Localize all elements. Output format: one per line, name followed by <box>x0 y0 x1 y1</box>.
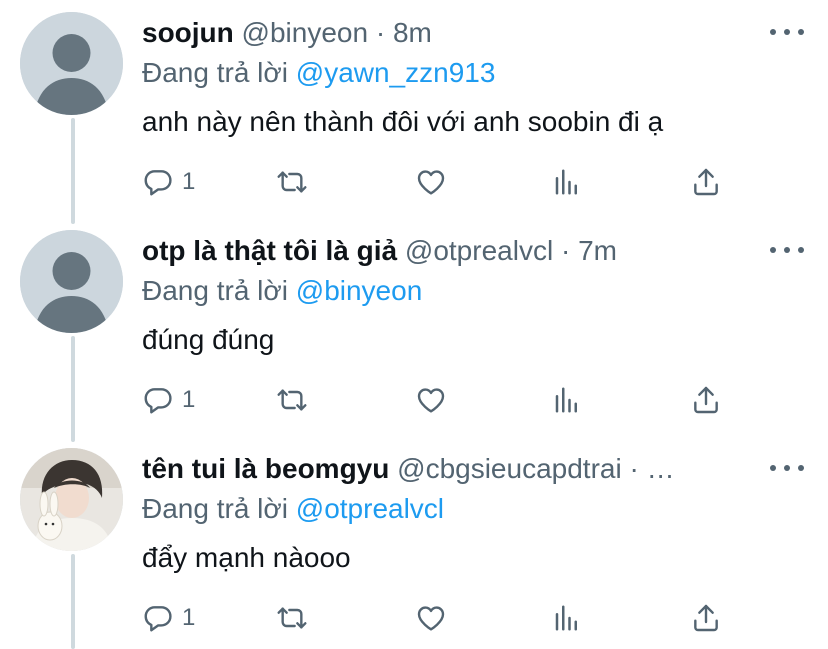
analytics-button[interactable] <box>552 162 582 202</box>
retweet-button[interactable] <box>275 598 309 638</box>
tweet[interactable]: tên tui là beomgyu @cbgsieucapdtrai · … … <box>0 436 828 649</box>
tweet[interactable]: soojun @binyeon · 8m Đang trả lời @yawn_… <box>0 0 828 218</box>
tweet[interactable]: otp là thật tôi là giả @otprealvcl · 7m … <box>0 218 828 436</box>
default-avatar-icon <box>20 230 123 333</box>
mention-link[interactable]: @otprealvcl <box>296 493 444 524</box>
analytics-button[interactable] <box>552 598 582 638</box>
heart-icon <box>417 606 445 631</box>
retweet-icon <box>277 171 307 193</box>
replying-to: Đang trả lời @otprealvcl <box>142 489 444 529</box>
reply-icon <box>144 388 172 414</box>
reply-button[interactable]: 1 <box>142 162 195 202</box>
reply-button[interactable]: 1 <box>142 380 195 420</box>
tweet-header: tên tui là beomgyu @cbgsieucapdtrai · … <box>142 449 768 489</box>
more-options-icon[interactable] <box>770 458 804 478</box>
retweet-button[interactable] <box>275 380 309 420</box>
tweet-text: anh này nên thành đôi với anh soobin đi … <box>142 106 664 137</box>
share-button[interactable] <box>690 598 722 638</box>
timestamp[interactable]: 8m <box>393 17 432 48</box>
replying-to-label: Đang trả lời <box>142 57 296 88</box>
tweet-text: đẩy mạnh nàooo <box>142 542 351 573</box>
reply-button[interactable]: 1 <box>142 598 195 638</box>
reply-icon <box>144 606 172 632</box>
separator-dot: · <box>629 453 639 484</box>
share-icon <box>694 168 718 196</box>
analytics-button[interactable] <box>552 380 582 420</box>
tweet-header: otp là thật tôi là giả @otprealvcl · 7m <box>142 231 768 271</box>
share-button[interactable] <box>690 380 722 420</box>
more-options-icon[interactable] <box>770 22 804 42</box>
display-name[interactable]: soojun <box>142 17 234 48</box>
analytics-icon <box>555 169 577 195</box>
share-icon <box>694 386 718 414</box>
reply-count: 1 <box>182 604 196 631</box>
profile-photo <box>20 448 123 551</box>
user-handle[interactable]: @otprealvcl <box>405 235 553 266</box>
retweet-icon <box>277 389 307 411</box>
user-handle[interactable]: @cbgsieucapdtrai <box>397 453 622 484</box>
mention-link[interactable]: @yawn_zzn913 <box>296 57 496 88</box>
share-button[interactable] <box>690 162 722 202</box>
analytics-icon <box>555 605 577 631</box>
analytics-icon <box>555 387 577 413</box>
replying-to-label: Đang trả lời <box>142 493 296 524</box>
share-icon <box>694 604 718 632</box>
more-options-icon[interactable] <box>770 240 804 260</box>
action-bar: 1 <box>142 598 742 638</box>
avatar[interactable] <box>20 12 123 115</box>
default-avatar-icon <box>20 12 123 115</box>
mention-link[interactable]: @binyeon <box>296 275 423 306</box>
like-button[interactable] <box>414 380 448 420</box>
heart-icon <box>417 388 445 413</box>
reply-count: 1 <box>182 386 196 413</box>
replying-to: Đang trả lời @binyeon <box>142 271 422 311</box>
heart-icon <box>417 170 445 195</box>
separator-dot: · <box>375 17 386 48</box>
timestamp[interactable]: … <box>647 453 675 484</box>
replying-to-label: Đang trả lời <box>142 275 296 306</box>
reply-count: 1 <box>182 168 196 195</box>
like-button[interactable] <box>414 598 448 638</box>
retweet-icon <box>277 607 307 629</box>
avatar[interactable] <box>20 448 123 551</box>
avatar[interactable] <box>20 230 123 333</box>
tweet-text: đúng đúng <box>142 324 275 355</box>
replying-to: Đang trả lời @yawn_zzn913 <box>142 53 495 93</box>
user-handle[interactable]: @binyeon <box>242 17 369 48</box>
action-bar: 1 <box>142 380 742 420</box>
action-bar: 1 <box>142 162 742 202</box>
display-name[interactable]: otp là thật tôi là giả <box>142 235 397 266</box>
display-name[interactable]: tên tui là beomgyu <box>142 453 389 484</box>
like-button[interactable] <box>414 162 448 202</box>
timestamp[interactable]: 7m <box>578 235 617 266</box>
separator-dot: · <box>560 235 571 266</box>
retweet-button[interactable] <box>275 162 309 202</box>
reply-icon <box>144 170 172 196</box>
tweet-header: soojun @binyeon · 8m <box>142 13 768 53</box>
